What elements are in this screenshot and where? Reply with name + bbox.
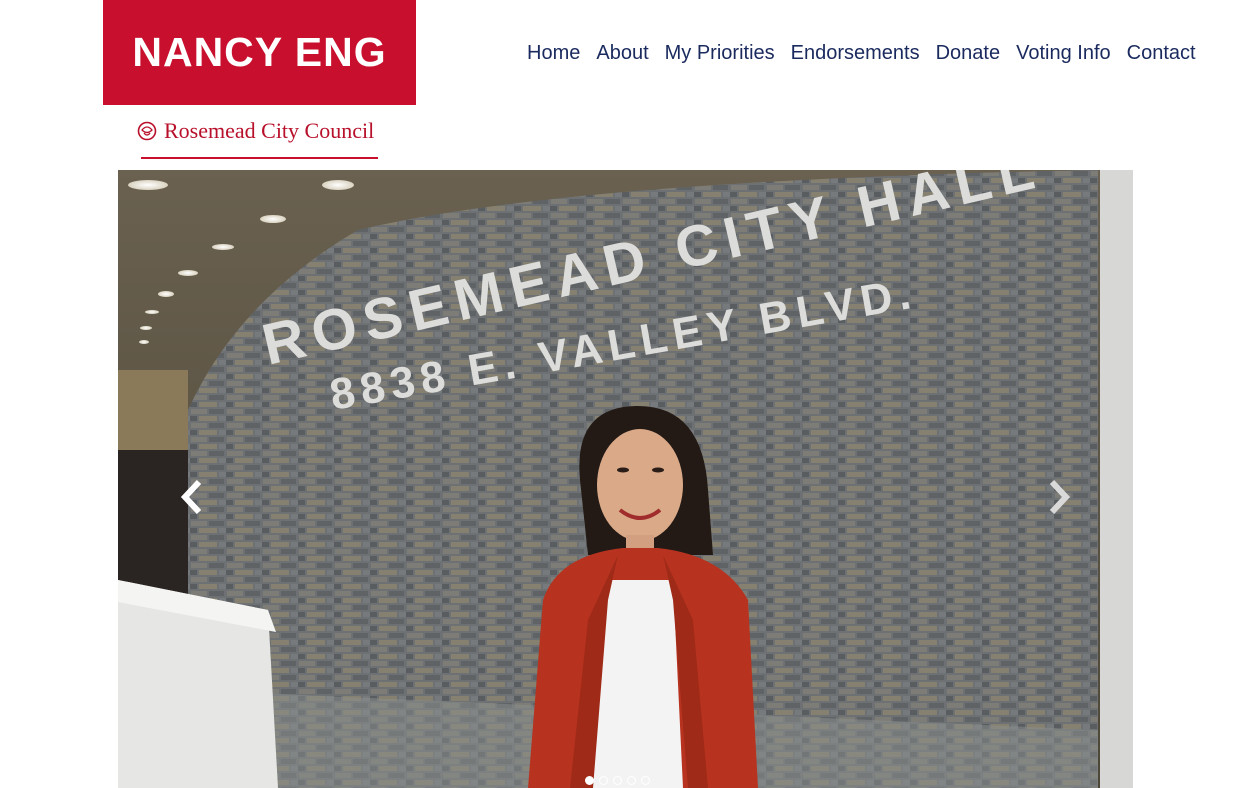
nav-about[interactable]: About [588,42,656,65]
chevron-right-icon [1049,479,1071,515]
rose-icon [137,121,157,141]
carousel-dot-1[interactable] [585,776,594,785]
nav-contact[interactable]: Contact [1119,42,1204,65]
logo[interactable]: NANCY ENG [103,0,416,105]
carousel-dot-4[interactable] [627,776,636,785]
nav-my-priorities[interactable]: My Priorities [657,42,783,65]
main-nav: Home About My Priorities Endorsements Do… [527,42,1204,65]
carousel-dot-2[interactable] [599,776,608,785]
tagline-text: Rosemead City Council [164,118,375,143]
chevron-left-icon [180,479,202,515]
carousel-dot-5[interactable] [641,776,650,785]
hero-photo: ROSEMEAD CITY HALL 8838 E. VALLEY BLVD. [118,170,1133,788]
hero-carousel: ROSEMEAD CITY HALL 8838 E. VALLEY BLVD. [118,170,1133,788]
logo-text: NANCY ENG [132,29,387,75]
nav-endorsements[interactable]: Endorsements [783,42,928,65]
carousel-prev-button[interactable] [172,470,212,524]
nav-donate[interactable]: Donate [928,42,1009,65]
tagline-divider [141,157,378,159]
carousel-indicators [585,776,650,785]
nav-voting-info[interactable]: Voting Info [1008,42,1119,65]
nav-home[interactable]: Home [527,42,588,65]
tagline: Rosemead City Council [136,118,374,144]
carousel-dot-3[interactable] [613,776,622,785]
carousel-next-button[interactable] [1039,470,1079,524]
